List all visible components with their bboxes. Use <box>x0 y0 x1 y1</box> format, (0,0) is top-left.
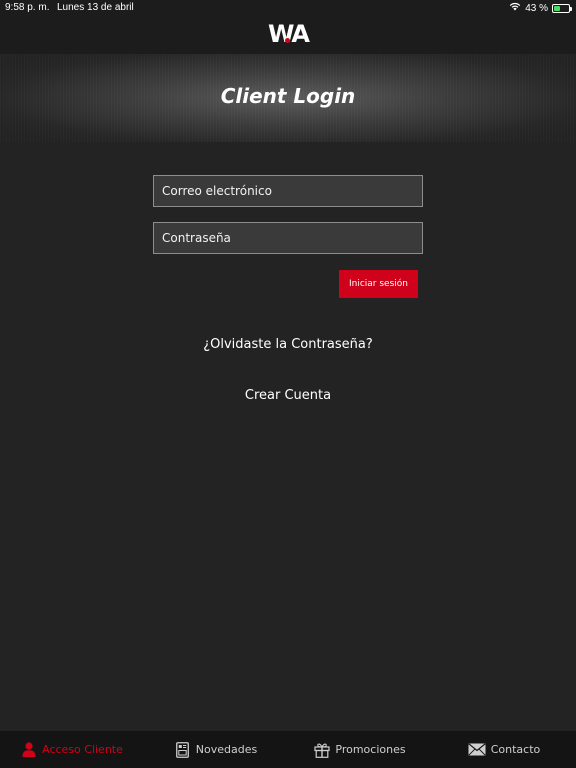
battery-percent: 43 % <box>525 2 548 14</box>
header-banner: Client Login <box>0 54 576 142</box>
login-button[interactable]: Iniciar sesión <box>339 270 418 298</box>
page-title: Client Login <box>220 84 356 108</box>
tab-label: Contacto <box>490 743 541 756</box>
tab-acceso-cliente[interactable]: Acceso Cliente <box>0 731 144 768</box>
tab-label: Novedades <box>195 743 258 756</box>
tab-label: Acceso Cliente <box>42 743 123 756</box>
tab-label: Promociones <box>335 743 406 756</box>
status-time: 9:58 p. m. <box>5 2 50 13</box>
logo-text: WA <box>268 20 310 48</box>
tab-novedades[interactable]: Novedades <box>144 731 288 768</box>
password-field[interactable] <box>153 222 423 254</box>
email-field[interactable] <box>153 175 423 207</box>
battery-icon <box>552 3 572 13</box>
create-account-link[interactable]: Crear Cuenta <box>0 388 576 403</box>
news-icon <box>175 741 191 758</box>
nav-bar: WA <box>0 16 576 54</box>
wifi-icon <box>509 2 521 14</box>
tab-contacto[interactable]: Contacto <box>432 731 576 768</box>
status-bar: 9:58 p. m. Lunes 13 de abril 43 % <box>0 0 576 16</box>
status-indicators: 43 % <box>509 2 572 14</box>
forgot-password-link[interactable]: ¿Olvidaste la Contraseña? <box>0 337 576 352</box>
battery-level <box>554 5 561 11</box>
envelope-icon <box>468 742 486 758</box>
brand-logo[interactable]: WA <box>268 20 310 48</box>
status-date: Lunes 13 de abril <box>57 2 134 13</box>
gift-icon <box>314 742 330 758</box>
tab-bar: Acceso Cliente Novedades Promociones Con… <box>0 731 576 768</box>
tab-promociones[interactable]: Promociones <box>288 731 432 768</box>
person-icon <box>21 742 37 758</box>
logo-dot-icon <box>285 38 291 43</box>
